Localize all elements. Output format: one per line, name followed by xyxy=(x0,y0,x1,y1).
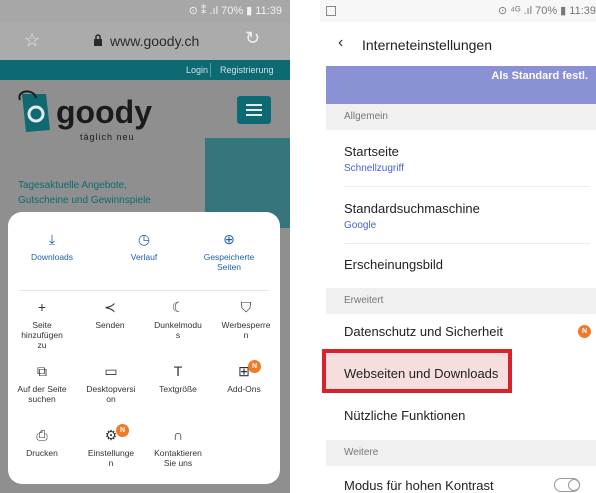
screenshot-stage: ⊙ ⁑ .ıl 70% ▮ 11:39 ☆ www.goody.ch ↻ Log… xyxy=(0,0,596,493)
url-text[interactable]: www.goody.ch xyxy=(110,33,199,49)
menu-print[interactable]: ⎙ Drucken xyxy=(12,426,72,458)
row-homepage[interactable]: Startseite Schnellzugriff xyxy=(326,130,596,186)
site-tagline: täglich neu xyxy=(80,132,135,142)
download-icon: ⤓ xyxy=(48,231,56,247)
separator xyxy=(210,63,211,77)
right-phone-screen: ⊙ ⁴ᴳ .ıl 70% ▮ 11:39 ‹ Interneteinstellu… xyxy=(320,0,596,493)
shield-icon: ⛉ xyxy=(240,299,252,315)
headset-icon: ∩ xyxy=(172,427,184,443)
section-general: Allgemein xyxy=(326,104,596,130)
row-appearance[interactable]: Erscheinungsbild xyxy=(326,244,596,286)
section-advanced: Erweitert xyxy=(326,288,596,314)
browser-menu-sheet: ⤓ Downloads ◷ Verlauf ⊕ Gespeicherte Sei… xyxy=(8,212,280,484)
menu-downloads[interactable]: ⤓ Downloads xyxy=(22,230,82,262)
menu-share[interactable]: ≺ Senden xyxy=(80,298,140,330)
page-title: Interneteinstellungen xyxy=(362,37,492,53)
status-bar: ⊙ ⁑ .ıl 70% ▮ 11:39 xyxy=(0,0,290,22)
site-menu-button[interactable] xyxy=(237,96,271,124)
menu-add-page-to[interactable]: + Seite hinzufügen zu xyxy=(12,298,72,350)
row-default-search[interactable]: Standardsuchmaschine Google xyxy=(326,187,596,243)
notification-icon xyxy=(326,6,336,16)
menu-settings[interactable]: ⚙ Einstellunge n xyxy=(80,426,142,468)
login-link[interactable]: Login xyxy=(186,65,208,75)
row-useful-features[interactable]: Nützliche Funktionen xyxy=(326,394,596,436)
menu-dark-mode[interactable]: ☾ Dunkelmodu s xyxy=(146,298,210,340)
text-size-icon: T xyxy=(173,363,183,379)
back-arrow-icon[interactable]: ‹ xyxy=(338,34,343,52)
menu-find-on-page[interactable]: ⧉ Auf der Seite suchen xyxy=(10,362,74,404)
site-logo-text: goody xyxy=(56,94,152,130)
register-link[interactable]: Registrierung xyxy=(220,65,274,75)
new-badge: N xyxy=(116,424,129,437)
new-badge: N xyxy=(248,360,261,373)
default-browser-banner: Als Standard festl. xyxy=(326,66,596,104)
saved-pages-icon: ⊕ xyxy=(223,231,235,247)
goody-logo-icon xyxy=(18,90,50,132)
row-sites-downloads-highlighted[interactable]: Webseiten und Downloads xyxy=(322,349,512,393)
menu-ad-block[interactable]: ⛉ Werbesperre n xyxy=(214,298,278,340)
plus-icon: + xyxy=(37,299,47,315)
high-contrast-toggle[interactable] xyxy=(554,478,580,492)
set-default-button[interactable]: Als Standard festl. xyxy=(491,70,588,82)
reload-icon[interactable]: ↻ xyxy=(245,28,260,49)
moon-icon: ☾ xyxy=(171,299,185,315)
menu-history[interactable]: ◷ Verlauf xyxy=(114,230,174,262)
new-badge: N xyxy=(578,325,591,338)
left-phone-screen: ⊙ ⁑ .ıl 70% ▮ 11:39 ☆ www.goody.ch ↻ Log… xyxy=(0,0,290,493)
bookmark-star-icon[interactable]: ☆ xyxy=(24,30,40,51)
site-top-bar: Login Registrierung xyxy=(0,60,290,80)
menu-saved-pages[interactable]: ⊕ Gespeicherte Seiten xyxy=(194,230,264,272)
desktop-icon: ▭ xyxy=(104,363,118,379)
menu-addons[interactable]: ⊞ Add-Ons xyxy=(214,362,274,394)
promo-text: Tagesaktuelle Angebote, Gutscheine und G… xyxy=(18,180,151,206)
row-privacy-security[interactable]: Datenschutz und Sicherheit xyxy=(326,314,596,350)
menu-divider xyxy=(20,290,268,291)
status-bar: ⊙ ⁴ᴳ .ıl 70% ▮ 11:39 xyxy=(320,0,596,22)
menu-contact-us[interactable]: ∩ Kontaktieren Sie uns xyxy=(146,426,210,468)
lock-icon xyxy=(94,34,102,46)
print-icon: ⎙ xyxy=(36,427,48,443)
menu-desktop-version[interactable]: ▭ Desktopversi on xyxy=(80,362,142,404)
browser-address-bar[interactable]: ☆ www.goody.ch ↻ xyxy=(0,22,290,60)
menu-text-size[interactable]: T Textgröße xyxy=(148,362,208,394)
settings-header: ‹ Interneteinstellungen xyxy=(320,22,596,66)
share-icon: ≺ xyxy=(104,299,116,315)
section-more: Weitere xyxy=(326,440,596,466)
find-on-page-icon: ⧉ xyxy=(37,363,47,379)
clock-icon: ◷ xyxy=(137,231,151,247)
